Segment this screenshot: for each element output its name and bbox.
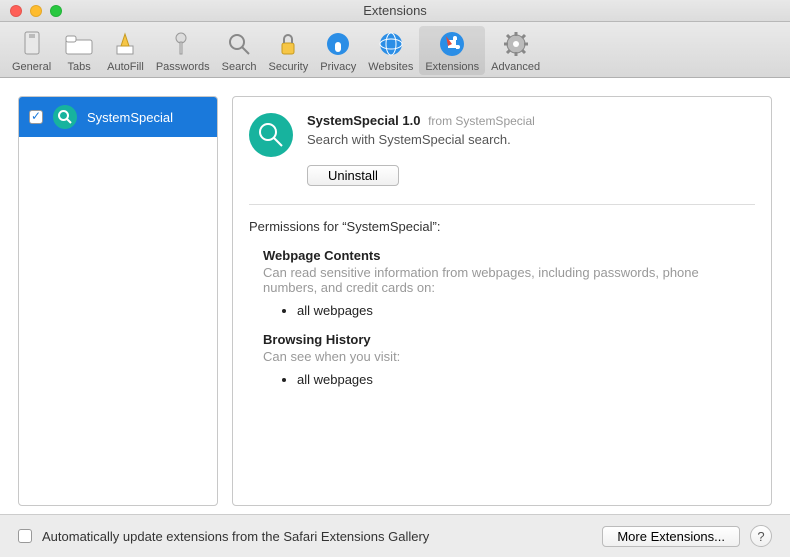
toolbar-security[interactable]: Security	[262, 26, 314, 75]
extension-enable-checkbox[interactable]	[29, 110, 43, 124]
search-icon	[223, 28, 255, 60]
toolbar-tabs[interactable]: Tabs	[57, 26, 101, 75]
extension-icon	[53, 105, 77, 129]
toolbar-label: Security	[268, 61, 308, 73]
privacy-icon	[322, 28, 354, 60]
toolbar-label: Search	[222, 61, 257, 73]
titlebar: Extensions	[0, 0, 790, 22]
permission-list: all webpages	[297, 372, 755, 387]
detail-title-line: SystemSpecial 1.0 from SystemSpecial	[307, 113, 535, 128]
auto-update-checkbox[interactable]	[18, 529, 32, 543]
permission-item: all webpages	[297, 303, 755, 318]
extensions-sidebar: SystemSpecial	[18, 96, 218, 506]
toolbar-label: AutoFill	[107, 61, 144, 73]
zoom-window-button[interactable]	[50, 5, 62, 17]
autofill-icon	[109, 28, 141, 60]
help-button[interactable]: ?	[750, 525, 772, 547]
toolbar-label: General	[12, 61, 51, 73]
more-extensions-button[interactable]: More Extensions...	[602, 526, 740, 547]
toolbar-label: Websites	[368, 61, 413, 73]
extension-description: Search with SystemSpecial search.	[307, 132, 535, 147]
toolbar-label: Extensions	[425, 61, 479, 73]
extension-author: from SystemSpecial	[428, 114, 535, 128]
extension-detail-panel: SystemSpecial 1.0 from SystemSpecial Sea…	[232, 96, 772, 506]
detail-extension-icon	[249, 113, 293, 157]
globe-icon	[375, 28, 407, 60]
extension-name: SystemSpecial	[87, 110, 173, 125]
toolbar-advanced[interactable]: Advanced	[485, 26, 546, 75]
auto-update-label: Automatically update extensions from the…	[42, 529, 592, 544]
toolbar-extensions[interactable]: Extensions	[419, 26, 485, 75]
window-title: Extensions	[363, 3, 427, 18]
toolbar-privacy[interactable]: Privacy	[314, 26, 362, 75]
general-icon	[16, 28, 48, 60]
toolbar-autofill[interactable]: AutoFill	[101, 26, 150, 75]
toolbar-label: Privacy	[320, 61, 356, 73]
divider	[249, 204, 755, 205]
gear-icon	[500, 28, 532, 60]
window-controls	[0, 5, 62, 17]
toolbar-label: Tabs	[68, 61, 91, 73]
extension-title: SystemSpecial 1.0	[307, 113, 420, 128]
toolbar-label: Advanced	[491, 61, 540, 73]
toolbar-label: Passwords	[156, 61, 210, 73]
detail-header: SystemSpecial 1.0 from SystemSpecial Sea…	[249, 113, 755, 186]
key-icon	[167, 28, 199, 60]
footer: Automatically update extensions from the…	[0, 514, 790, 557]
sidebar-extension-item[interactable]: SystemSpecial	[19, 97, 217, 137]
permission-block: Browsing History Can see when you visit:…	[249, 332, 755, 387]
content-area: SystemSpecial SystemSpecial 1.0 from Sys…	[0, 78, 790, 524]
permission-heading: Browsing History	[263, 332, 755, 347]
permission-list: all webpages	[297, 303, 755, 318]
tabs-icon	[63, 28, 95, 60]
permission-description: Can read sensitive information from webp…	[263, 265, 755, 295]
close-window-button[interactable]	[10, 5, 22, 17]
extensions-icon	[436, 28, 468, 60]
permission-item: all webpages	[297, 372, 755, 387]
minimize-window-button[interactable]	[30, 5, 42, 17]
preferences-toolbar: General Tabs AutoFill Passwords Search S…	[0, 22, 790, 78]
permissions-title: Permissions for “SystemSpecial”:	[249, 219, 755, 234]
permission-block: Webpage Contents Can read sensitive info…	[249, 248, 755, 318]
toolbar-passwords[interactable]: Passwords	[150, 26, 216, 75]
lock-icon	[272, 28, 304, 60]
uninstall-button[interactable]: Uninstall	[307, 165, 399, 186]
toolbar-general[interactable]: General	[6, 26, 57, 75]
permission-heading: Webpage Contents	[263, 248, 755, 263]
toolbar-websites[interactable]: Websites	[362, 26, 419, 75]
permission-description: Can see when you visit:	[263, 349, 755, 364]
toolbar-search[interactable]: Search	[216, 26, 263, 75]
